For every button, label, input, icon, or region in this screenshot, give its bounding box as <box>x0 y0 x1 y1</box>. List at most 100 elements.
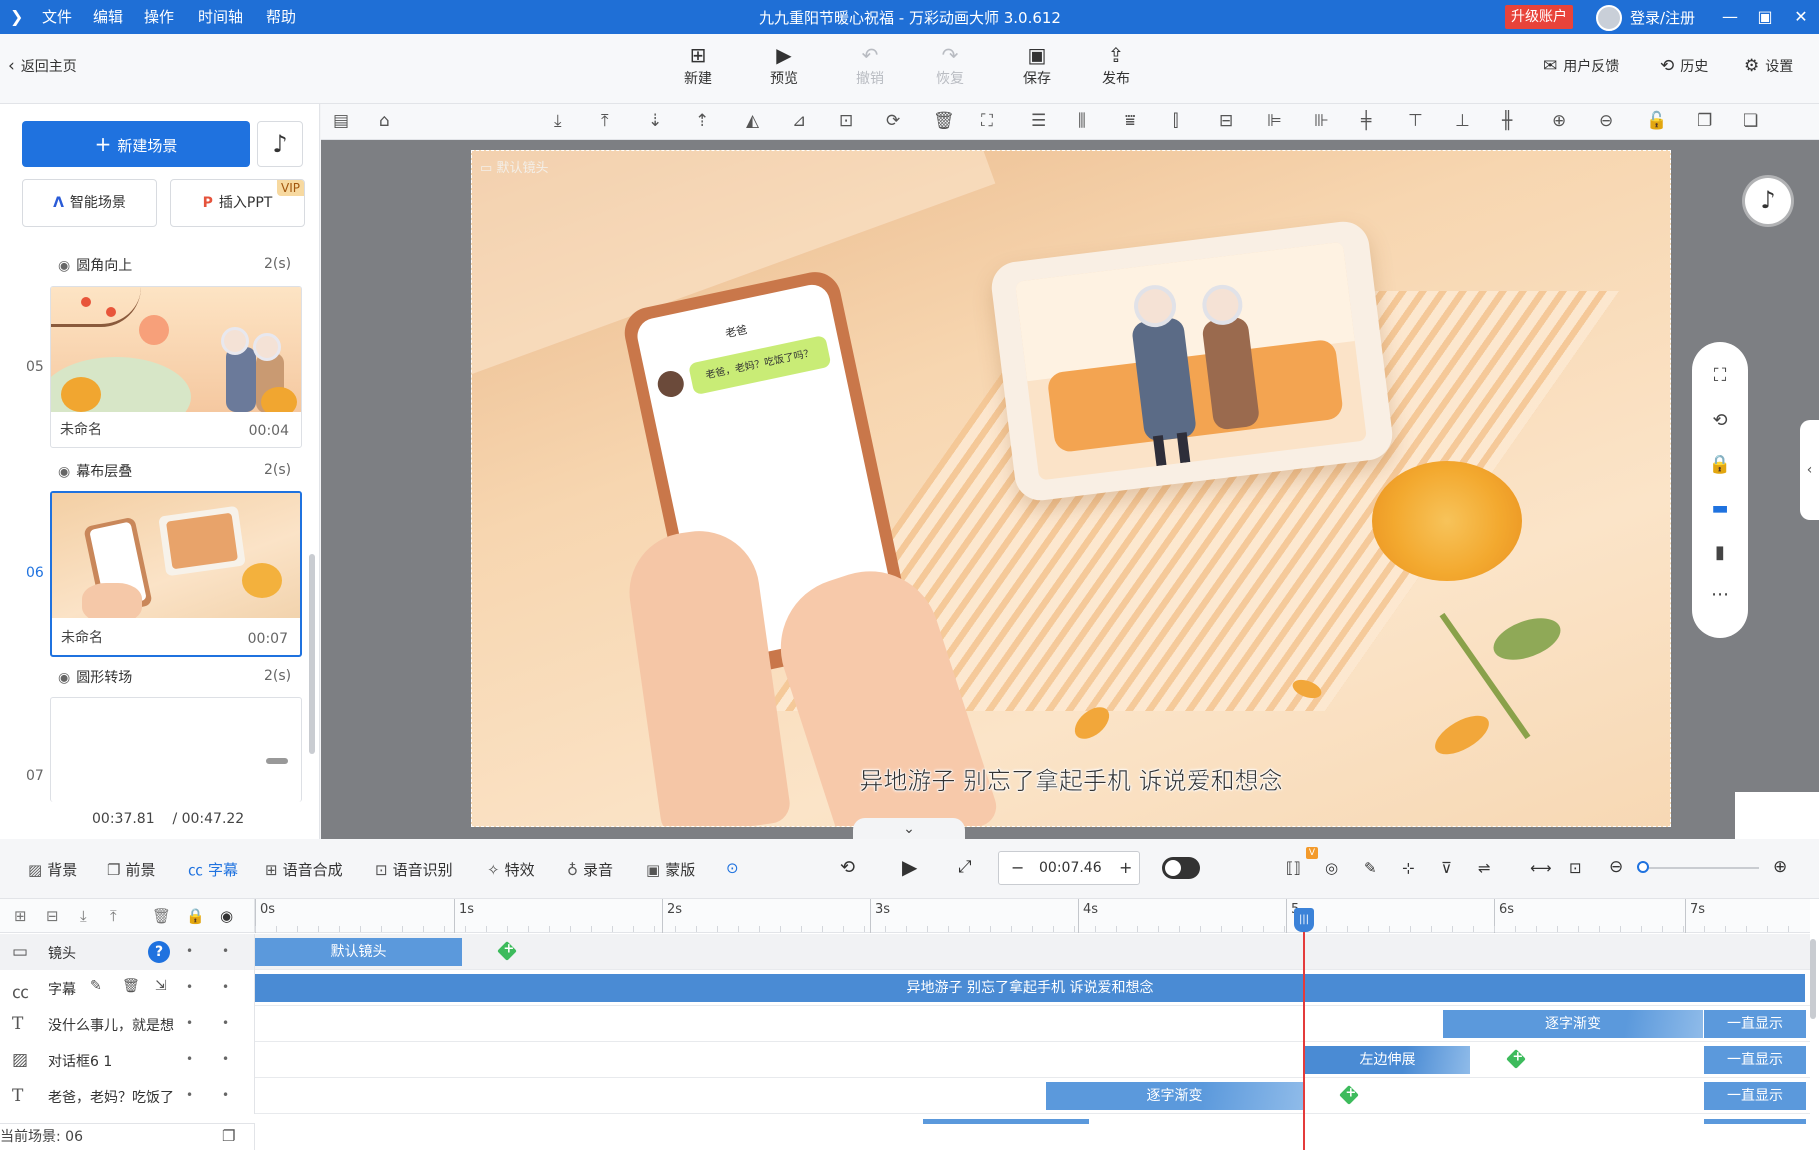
tab-mask[interactable]: ▣ 蒙版 <box>646 859 695 880</box>
import-icon[interactable]: ⇲ <box>155 978 167 994</box>
transition-label[interactable]: ◉ 圆角向上 <box>58 255 132 275</box>
scene-card-06[interactable]: 未命名 00:07 <box>50 491 302 657</box>
history-link[interactable]: ⟲ 历史 <box>1660 56 1708 76</box>
time-input[interactable]: 00:07.46 <box>1039 860 1102 876</box>
tab-asr[interactable]: ⊡ 语音识别 <box>375 859 453 880</box>
edit-icon[interactable]: ✎ <box>90 978 102 994</box>
time-stepper[interactable]: − 00:07.46 + <box>998 851 1140 885</box>
track-row-text[interactable]: T 老爸，老妈？吃饭了 • • 逐字渐变 一直显示 <box>0 1078 1810 1114</box>
dot-icon[interactable]: • <box>186 1016 193 1030</box>
zoom-slider-track[interactable] <box>1644 867 1759 869</box>
minimize-icon[interactable]: — <box>1715 0 1745 34</box>
new-button[interactable]: ⊞ 新建 <box>668 42 728 88</box>
tab-tts[interactable]: ⊞ 语音合成 <box>265 859 343 880</box>
menu-help[interactable]: 帮助 <box>266 0 296 34</box>
animation-clip[interactable]: 左边伸展 <box>1305 1046 1470 1074</box>
transition-label[interactable]: ◉ 幕布层叠 <box>58 461 132 481</box>
more-tabs-icon[interactable]: ⊙ <box>726 859 739 877</box>
lock-icon[interactable]: ⊡ <box>839 111 853 131</box>
dot-icon[interactable]: • <box>186 944 193 958</box>
tab-record[interactable]: ♁ 录音 <box>567 859 613 880</box>
smart-scene-button[interactable]: Λ 智能场景 <box>22 179 157 227</box>
camera-clip[interactable]: 默认镜头 <box>255 938 462 966</box>
keyframe-icon[interactable]: ⟦⟧ <box>1286 859 1301 877</box>
tab-background[interactable]: ▨ 背景 <box>28 859 77 880</box>
add-keyframe-icon[interactable] <box>1339 1085 1359 1105</box>
edit-icon[interactable]: ✎ <box>1364 859 1377 877</box>
scene-scrollbar[interactable] <box>309 554 315 754</box>
fit-screen-icon[interactable]: ⛶ <box>1692 365 1748 386</box>
zoom-slider-handle[interactable] <box>1637 861 1649 873</box>
split-icon[interactable]: ⊹ <box>1402 859 1415 877</box>
back-home-link[interactable]: ‹ 返回主页 <box>8 56 77 76</box>
dot-icon[interactable]: • <box>222 1088 229 1102</box>
timeline-scrollbar[interactable] <box>1810 939 1816 1019</box>
align-hcenter-icon[interactable]: ╪ <box>1361 111 1371 131</box>
subtitle-text[interactable]: 异地游子 别忘了拿起手机 诉说爱和想念 <box>472 761 1670 796</box>
menu-operate[interactable]: 操作 <box>144 0 174 34</box>
align-right-icon[interactable]: ⊪ <box>1314 111 1329 131</box>
animation-clip[interactable]: 逐字渐变 <box>1046 1082 1303 1110</box>
chevron-left-icon[interactable]: ‹ <box>1800 420 1819 520</box>
align-bottom2-icon[interactable]: ⊥ <box>1455 111 1470 131</box>
fullscreen-icon[interactable]: ⤢ <box>958 857 972 877</box>
new-folder-icon[interactable]: ⊟ <box>46 907 59 925</box>
undo-button[interactable]: ↶ 撤销 <box>840 42 900 88</box>
move-top-icon[interactable]: ⤒ <box>601 111 609 131</box>
move-up-icon[interactable]: ⤒ <box>110 907 117 925</box>
dot-icon[interactable]: • <box>186 980 193 994</box>
distribute-icon[interactable]: ⊟ <box>1219 111 1233 131</box>
unlock-icon[interactable]: 🔓 <box>1646 111 1667 131</box>
redo-button[interactable]: ↷ 恢复 <box>920 42 980 88</box>
delete-icon[interactable]: 🗑 <box>152 907 171 925</box>
landscape-icon[interactable]: ▬ <box>1692 498 1748 519</box>
minus-button[interactable]: − <box>1011 858 1024 877</box>
ruler-icon[interactable]: ▤ <box>333 111 349 131</box>
login-link[interactable]: 登录/注册 <box>1630 0 1695 36</box>
dot-icon[interactable]: • <box>222 1052 229 1066</box>
flip-vertical-icon[interactable]: ⊿ <box>792 111 806 131</box>
move-down-icon[interactable]: ⇣ <box>648 111 662 131</box>
move-down-icon[interactable]: ⤓ <box>80 907 87 925</box>
flip-horizontal-icon[interactable]: ◭ <box>746 111 759 131</box>
music-icon[interactable]: ♪ <box>1745 178 1791 224</box>
rotate-icon[interactable]: ⟲ <box>1692 410 1748 431</box>
replay-icon[interactable]: ⟲ <box>840 857 855 878</box>
track-row-subtitle[interactable]: ㏄ 字幕 ✎ 🗑 ⇲ • • 异地游子 别忘了拿起手机 诉说爱和想念 <box>0 970 1810 1006</box>
scene-list-icon[interactable]: ❐ <box>222 1127 235 1145</box>
tab-foreground[interactable]: ❐ 前景 <box>107 859 155 880</box>
eye-icon[interactable]: ◉ <box>220 907 233 925</box>
animation-clip[interactable]: 逐字渐变 <box>1443 1010 1703 1038</box>
playhead-handle[interactable]: ||| <box>1294 908 1314 932</box>
scene-card-05[interactable]: 未命名 00:04 <box>50 286 302 448</box>
crop-icon[interactable]: ⛶ <box>981 111 993 131</box>
menu-file[interactable]: 文件 <box>42 0 72 34</box>
adjust-icon[interactable]: ⇌ <box>1478 859 1491 877</box>
scene-card-07[interactable] <box>50 697 302 802</box>
align-center-v-icon[interactable]: ☰ <box>1031 111 1046 131</box>
transition-label[interactable]: ◉ 圆形转场 <box>58 667 132 687</box>
dot-icon[interactable]: • <box>222 980 229 994</box>
fit-width-icon[interactable]: ⟷ <box>1530 859 1552 877</box>
lock-icon[interactable]: 🔒 <box>1692 454 1748 475</box>
time-ruler[interactable]: 0s 1s 2s 3s 4s 5 6s 7s <box>255 899 1810 933</box>
dot-icon[interactable]: • <box>186 1052 193 1066</box>
save-button[interactable]: ▣ 保存 <box>1007 42 1067 88</box>
app-logo-icon[interactable]: ❯ <box>10 0 23 34</box>
add-keyframe-icon[interactable] <box>1506 1049 1526 1069</box>
paste-icon[interactable]: ❏ <box>1743 111 1758 131</box>
tab-subtitle[interactable]: ㏄字幕 <box>188 859 238 880</box>
toggle-switch[interactable] <box>1162 857 1200 879</box>
move-up-icon[interactable]: ⇡ <box>695 111 709 131</box>
add-keyframe-icon[interactable] <box>497 941 517 961</box>
close-icon[interactable]: ✕ <box>1786 0 1816 34</box>
tab-effects[interactable]: ✧ 特效 <box>487 859 535 880</box>
zoom-in-icon[interactable]: ⊕ <box>1773 857 1787 877</box>
publish-button[interactable]: ⇪ 发布 <box>1086 42 1146 88</box>
plus-button[interactable]: + <box>1119 858 1132 877</box>
track-row-image[interactable]: ▨ 对话框6 1 • • 左边伸展 一直显示 <box>0 1042 1810 1078</box>
menu-edit[interactable]: 编辑 <box>93 0 123 34</box>
camera-icon[interactable]: ◎ <box>1325 859 1338 877</box>
zoom-out-icon[interactable]: ⊖ <box>1599 111 1613 131</box>
align-middle-icon[interactable]: ⫼ <box>1078 111 1086 131</box>
